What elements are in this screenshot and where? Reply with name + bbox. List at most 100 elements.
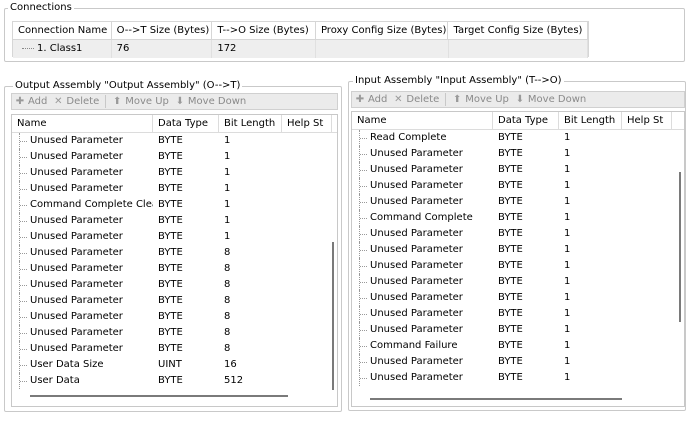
table-row[interactable]: Unused Parameter BYTE 8 [12, 245, 337, 261]
param-name: Command Failure [370, 340, 458, 351]
col-help-string[interactable]: Help St [282, 115, 332, 132]
table-row[interactable]: User Data BYTE 512 [12, 373, 337, 389]
table-row[interactable]: Unused Parameter BYTE 1 [12, 149, 337, 165]
output-rows: Unused Parameter BYTE 1 Unused Parameter BYT… [12, 133, 337, 389]
table-row[interactable]: Unused Parameter BYTE 1 [352, 274, 684, 290]
table-row[interactable]: Unused Parameter BYTE 1 [352, 194, 684, 210]
param-name-cell: Command Failure [352, 338, 493, 354]
col-bit-length[interactable]: Bit Length [219, 115, 282, 132]
output-move-up-button[interactable]: ⬆ Move Up [112, 96, 169, 107]
col-help-string[interactable]: Help St [622, 112, 672, 129]
table-row[interactable]: Unused Parameter BYTE 1 [12, 181, 337, 197]
col-to-size[interactable]: T-->O Size (Bytes) [212, 22, 316, 40]
table-row[interactable]: Unused Parameter BYTE 1 [352, 306, 684, 322]
output-parameters-grid[interactable]: Name Data Type Bit Length Help St Unused… [11, 114, 338, 407]
connection-row[interactable]: 1. Class1 76 172 [13, 40, 588, 58]
tree-connector [20, 253, 27, 254]
col-bit-length[interactable]: Bit Length [559, 112, 622, 129]
input-vertical-scrollbar[interactable] [679, 172, 681, 322]
table-row[interactable]: Unused Parameter BYTE 1 [352, 162, 684, 178]
table-row[interactable]: Read Complete BYTE 1 [352, 130, 684, 146]
param-bit-length: 8 [224, 263, 231, 274]
param-name: Unused Parameter [30, 151, 123, 162]
table-row[interactable]: Unused Parameter BYTE 1 [352, 146, 684, 162]
tree-connector [360, 378, 367, 379]
col-connection-name[interactable]: Connection Name [13, 22, 112, 40]
param-bit-length: 1 [224, 199, 231, 210]
table-row[interactable]: Unused Parameter BYTE 1 [12, 133, 337, 149]
input-move-down-label: Move Down [527, 94, 587, 105]
param-name-cell: Unused Parameter [352, 194, 493, 210]
table-row[interactable]: Unused Parameter BYTE 1 [12, 213, 337, 229]
param-name-cell: Unused Parameter [352, 354, 493, 370]
col-data-type[interactable]: Data Type [153, 115, 219, 132]
param-name-cell: Read Complete [352, 130, 493, 146]
output-move-down-button[interactable]: ⬇ Move Down [175, 95, 247, 107]
output-add-button[interactable]: ✚ Add [15, 96, 48, 107]
table-row[interactable]: Unused Parameter BYTE 1 [352, 178, 684, 194]
table-row[interactable]: Unused Parameter BYTE 1 [352, 258, 684, 274]
table-row[interactable]: Unused Parameter BYTE 8 [12, 277, 337, 293]
col-target-config-size[interactable]: Target Config Size (Bytes) [448, 22, 588, 40]
table-row[interactable]: Command Complete BYTE 1 [352, 210, 684, 226]
table-row[interactable]: Unused Parameter BYTE 1 [12, 165, 337, 181]
param-data-type: BYTE [498, 276, 523, 287]
param-name: Unused Parameter [30, 327, 123, 338]
output-horizontal-scrollbar[interactable] [30, 395, 288, 397]
table-row[interactable]: Unused Parameter BYTE 1 [352, 370, 684, 386]
table-row[interactable]: Unused Parameter BYTE 1 [352, 290, 684, 306]
param-data-type: BYTE [498, 372, 523, 383]
table-row[interactable]: Command Complete Clear BYTE 1 [12, 197, 337, 213]
table-row[interactable]: Unused Parameter BYTE 8 [12, 293, 337, 309]
param-name-cell: Unused Parameter [12, 165, 153, 181]
col-proxy-config-size[interactable]: Proxy Config Size (Bytes) [315, 22, 449, 40]
table-row[interactable]: User Data Size UINT 16 [12, 357, 337, 373]
table-row[interactable]: Unused Parameter BYTE 1 [352, 322, 684, 338]
table-row[interactable]: Unused Parameter BYTE 1 [12, 229, 337, 245]
table-row[interactable]: Unused Parameter BYTE 8 [12, 261, 337, 277]
col-data-type[interactable]: Data Type [493, 112, 559, 129]
input-horizontal-scrollbar[interactable] [370, 398, 622, 400]
connections-header: Connection Name O-->T Size (Bytes) T-->O… [13, 22, 588, 40]
arrow-down-icon: ⬇ [175, 95, 185, 107]
col-name[interactable]: Name [352, 112, 493, 129]
param-name: Unused Parameter [370, 308, 463, 319]
to-size-cell: 172 [212, 40, 316, 58]
table-row[interactable]: Command Failure BYTE 1 [352, 338, 684, 354]
param-name-cell: Unused Parameter [352, 370, 493, 386]
table-row[interactable]: Unused Parameter BYTE 8 [12, 309, 337, 325]
param-name-cell: Unused Parameter [12, 229, 153, 245]
table-row[interactable]: Unused Parameter BYTE 8 [12, 341, 337, 357]
table-row[interactable]: Unused Parameter BYTE 1 [352, 242, 684, 258]
tree-connector [360, 314, 367, 315]
input-parameters-grid[interactable]: Name Data Type Bit Length Help St Read C… [351, 111, 685, 407]
input-move-down-button[interactable]: ⬇ Move Down [515, 94, 587, 105]
table-row[interactable]: Unused Parameter BYTE 1 [352, 354, 684, 370]
param-name: Command Complete [370, 212, 473, 223]
param-name: Unused Parameter [370, 372, 463, 383]
param-name-cell: Unused Parameter [352, 322, 493, 338]
input-add-button[interactable]: ✚ Add [355, 94, 388, 105]
tree-connector [360, 250, 367, 251]
tree-connector [360, 138, 367, 139]
output-vertical-scrollbar[interactable] [332, 242, 334, 390]
tree-connector [360, 154, 367, 155]
table-row[interactable]: Unused Parameter BYTE 1 [352, 226, 684, 242]
table-row[interactable]: Unused Parameter BYTE 8 [12, 325, 337, 341]
param-name-cell: Unused Parameter [352, 274, 493, 290]
param-name: Unused Parameter [30, 247, 123, 258]
input-move-up-button[interactable]: ⬆ Move Up [452, 94, 509, 105]
input-delete-button[interactable]: ✕ Delete [393, 94, 439, 105]
param-data-type: BYTE [158, 327, 183, 338]
output-delete-button[interactable]: ✕ Delete [53, 96, 99, 107]
param-data-type: BYTE [498, 228, 523, 239]
output-move-up-label: Move Up [125, 96, 169, 107]
col-name[interactable]: Name [12, 115, 153, 132]
param-data-type: BYTE [498, 308, 523, 319]
tree-connector [20, 157, 27, 158]
param-name-cell: Unused Parameter [352, 178, 493, 194]
param-name: Unused Parameter [370, 164, 463, 175]
param-name: Unused Parameter [370, 276, 463, 287]
tree-connector [20, 333, 27, 334]
col-ot-size[interactable]: O-->T Size (Bytes) [111, 22, 213, 40]
